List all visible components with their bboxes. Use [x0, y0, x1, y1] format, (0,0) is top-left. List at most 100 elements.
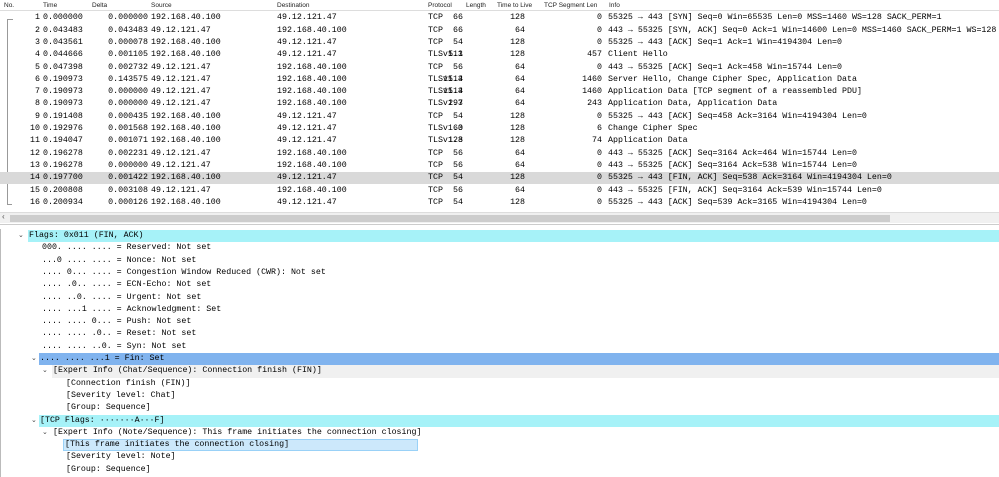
tree-item[interactable]: [Group: Sequence] [1, 402, 999, 414]
tree-item[interactable]: .... ..0. .... = Urgent: Not set [1, 292, 999, 304]
cell-info: 55325 → 443 [ACK] Seq=1 Ack=1 Win=419430… [608, 37, 843, 47]
cell-source: 192.168.40.100 [151, 50, 221, 60]
column-header[interactable]: TCP Segment Len [544, 2, 597, 9]
cell-delta: 0.001105 [108, 50, 148, 60]
cell-time-to-live: 128 [510, 37, 525, 47]
column-header[interactable]: No. [4, 2, 14, 9]
packet-row[interactable]: 14 0.197700 0.001422 192.168.40.100 49.12.12… [0, 172, 999, 185]
tree-item[interactable]: .... .... ..0. = Syn: Not set [1, 341, 999, 353]
packet-list-header: No. Time Delta Source Destination Protocol Len… [0, 0, 999, 11]
cell-destination: 49.12.121.47 [277, 124, 337, 133]
cell-delta: 0.000435 [108, 111, 148, 121]
packet-row[interactable]: 1 0.000000 0.000000 192.168.40.100 49.12.121… [0, 12, 999, 24]
tree-item-label: [Severity level: Note] [66, 452, 176, 462]
cell-source: 192.168.40.100 [151, 197, 221, 207]
column-header[interactable]: Length [466, 2, 486, 9]
tree-item-label: .... .... .0.. = Reset: Not set [42, 329, 197, 339]
tree-item-label: ...0 .... .... = Nonce: Not set [42, 255, 197, 265]
cell-info: 55325 → 443 [FIN, ACK] Seq=538 Ack=3164 … [608, 173, 892, 183]
cell-info: 443 → 55325 [ACK] Seq=3164 Ack=538 Win=1… [608, 160, 857, 170]
packet-row[interactable]: 11 0.194047 0.001071 192.168.40.100 49.12.12… [0, 135, 999, 147]
packet-list[interactable]: No. Time Delta Source Destination Protocol Len… [0, 0, 999, 225]
cell-tcp-segment-len: 0 [597, 13, 602, 23]
tree-item[interactable]: ⌄ [TCP Flags: ·······A···F] [1, 414, 999, 427]
scroll-left-icon[interactable]: ‹ [1, 213, 6, 222]
column-header[interactable]: Destination [277, 2, 310, 9]
tree-item[interactable]: ⌄.... .... ...1 = Fin: Set [1, 353, 999, 366]
chevron-down-icon[interactable]: ⌄ [31, 353, 37, 365]
packet-row[interactable]: 15 0.200808 0.003108 49.12.121.47 192.168.40… [0, 185, 999, 197]
tree-item-label: 000. .... .... = Reserved: Not set [42, 243, 212, 253]
cell-source: 192.168.40.100 [151, 173, 221, 183]
cell-no: 3 [35, 37, 40, 47]
packet-row[interactable]: 5 0.047398 0.002732 49.12.121.47 192.168.40.… [0, 62, 999, 74]
tree-item[interactable]: .... .... .0.. = Reset: Not set [1, 328, 999, 340]
tree-item[interactable]: ⌄ [Expert Info (Chat/Sequence): Connectio… [1, 365, 999, 378]
chevron-down-icon[interactable]: ⌄ [42, 427, 48, 439]
packet-row[interactable]: 9 0.191408 0.000435 192.168.40.100 49.12.121… [0, 111, 999, 123]
packet-row[interactable]: 10 0.192976 0.001568 192.168.40.100 49.12.12… [0, 123, 999, 135]
tree-item[interactable]: .... .... 0... = Push: Not set [1, 316, 999, 328]
packet-row[interactable]: 4 0.044666 0.001105 192.168.40.100 49.12.121… [0, 49, 999, 61]
cell-source: 192.168.40.100 [151, 37, 221, 47]
packet-row[interactable]: 12 0.196278 0.002231 49.12.121.47 192.168.40… [0, 148, 999, 160]
tree-item[interactable]: .... 0... .... = Congestion Window Reduc… [1, 267, 999, 279]
packet-row[interactable]: 7 0.190973 0.000000 49.12.121.47 192.168.40.… [0, 86, 999, 98]
cell-delta: 0.002732 [108, 62, 148, 72]
cell-time-to-live: 128 [510, 124, 525, 133]
cell-length: 60 [453, 124, 463, 133]
cell-no: 16 [30, 197, 40, 207]
cell-no: 10 [30, 124, 40, 133]
packet-row[interactable]: 16 0.200934 0.000126 192.168.40.100 49.12.12… [0, 197, 999, 209]
cell-length: 66 [453, 25, 463, 35]
cell-source: 49.12.121.47 [151, 62, 211, 72]
tree-item[interactable]: 000. .... .... = Reserved: Not set [1, 242, 999, 254]
chevron-down-icon[interactable]: ⌄ [31, 415, 37, 427]
cell-destination: 49.12.121.47 [277, 111, 337, 121]
scrollbar-thumb[interactable] [10, 215, 890, 222]
cell-delta: 0.000000 [108, 160, 148, 170]
packet-row[interactable]: 13 0.196278 0.000000 49.12.121.47 192.168.40… [0, 160, 999, 172]
cell-info: 55325 → 443 [ACK] Seq=458 Ack=3164 Win=4… [608, 111, 867, 121]
packet-row[interactable]: 3 0.043561 0.000078 192.168.40.100 49.12.121… [0, 37, 999, 49]
cell-length: 511 [448, 50, 463, 60]
tree-item[interactable]: .... ...1 .... = Acknowledgment: Set [1, 304, 999, 316]
tree-item[interactable]: [Group: Sequence] [1, 464, 999, 476]
cell-destination: 49.12.121.47 [277, 13, 337, 23]
horizontal-scrollbar[interactable]: ‹ [0, 212, 999, 223]
cell-source: 49.12.121.47 [151, 185, 211, 195]
tree-item[interactable]: ...0 .... .... = Nonce: Not set [1, 255, 999, 267]
column-header[interactable]: Time [43, 2, 57, 9]
cell-length: 54 [453, 173, 463, 183]
column-header[interactable]: Protocol [428, 2, 452, 9]
cell-time-to-live: 128 [510, 111, 525, 121]
cell-time-to-live: 128 [510, 136, 525, 146]
cell-delta: 0.001071 [108, 136, 148, 146]
column-header[interactable]: Source [151, 2, 172, 9]
tree-item-label: [Expert Info (Chat/Sequence): Connection… [52, 365, 999, 378]
tree-item[interactable]: .... .0.. .... = ECN-Echo: Not set [1, 279, 999, 291]
cell-destination: 49.12.121.47 [277, 37, 337, 47]
tree-item[interactable]: ⌄ [Expert Info (Note/Sequence): This fram… [1, 427, 999, 439]
cell-tcp-segment-len: 0 [597, 185, 602, 195]
column-header[interactable]: Delta [92, 2, 107, 9]
chevron-down-icon[interactable]: ⌄ [42, 365, 48, 377]
cell-protocol: TCP [428, 37, 443, 47]
tree-item[interactable]: ⌄ Flags: 0x011 (FIN, ACK) [1, 230, 999, 243]
tree-item[interactable]: [This frame initiates the connection clo… [1, 439, 999, 452]
tree-item[interactable]: [Connection finish (FIN)] [1, 378, 999, 390]
column-header[interactable]: Info [609, 2, 620, 9]
packet-details-tree[interactable]: ⌄ Flags: 0x011 (FIN, ACK) 000. .... .... =… [0, 229, 999, 477]
cell-no: 2 [35, 25, 40, 35]
cell-length: 1514 [443, 87, 463, 97]
cell-time-to-live: 64 [515, 185, 525, 195]
tree-item[interactable]: [Severity level: Chat] [1, 390, 999, 402]
tree-item[interactable]: [Severity level: Note] [1, 451, 999, 463]
chevron-down-icon[interactable]: ⌄ [18, 230, 24, 242]
cell-time: 0.000000 [43, 13, 83, 23]
tree-item-label: [TCP Flags: ·······A···F] [39, 414, 999, 427]
column-header[interactable]: Time to Live [497, 2, 532, 9]
packet-row[interactable]: 2 0.043483 0.043483 49.12.121.47 192.168.40.… [0, 25, 999, 37]
packet-row[interactable]: 6 0.190973 0.143575 49.12.121.47 192.168.40.… [0, 74, 999, 86]
packet-row[interactable]: 8 0.190973 0.000000 49.12.121.47 192.168.40.… [0, 98, 999, 110]
